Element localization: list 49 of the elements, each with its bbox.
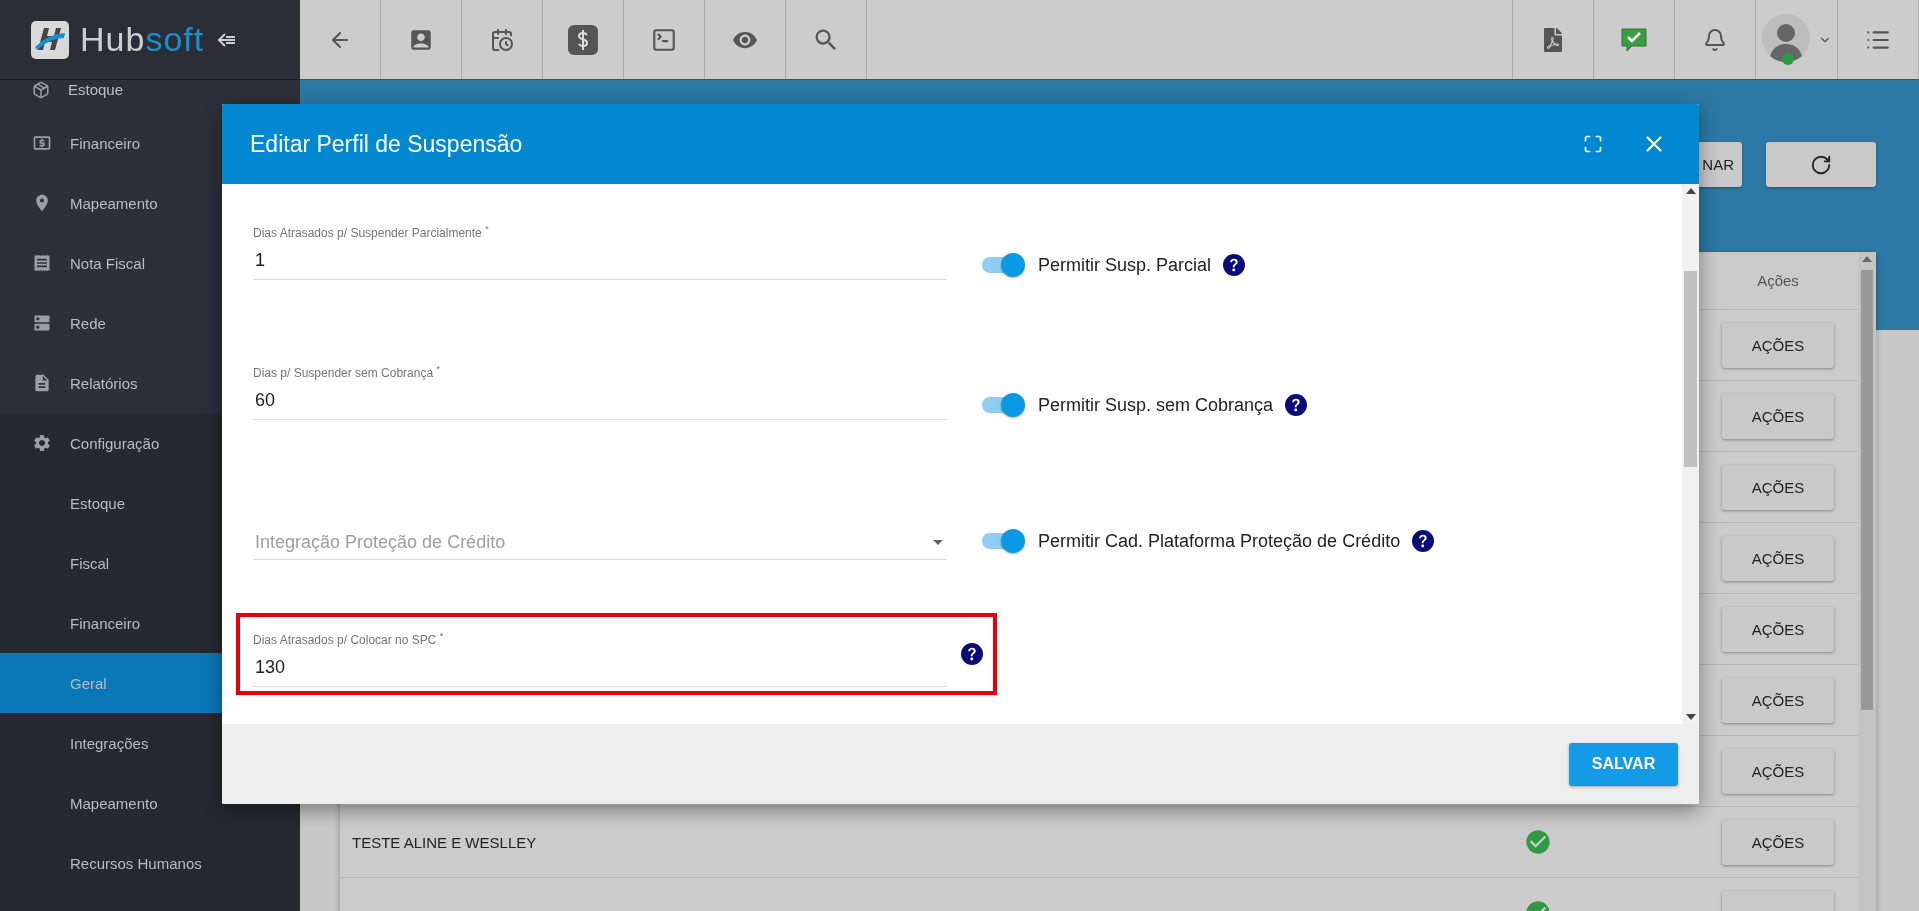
actions-button[interactable]: AÇÕES: [1722, 464, 1834, 510]
help-icon[interactable]: [1285, 394, 1308, 416]
toggle-switch[interactable]: [980, 252, 1026, 278]
logo-text: Hubsoft: [80, 20, 205, 59]
calendar-clock-icon[interactable]: [490, 27, 514, 52]
sidebar-item[interactable]: Recursos Humanos: [0, 833, 300, 893]
refresh-button[interactable]: [1766, 142, 1876, 187]
caret-icon: [933, 540, 943, 545]
receipt-icon: [32, 253, 52, 273]
document-icon: [32, 373, 52, 393]
help-icon[interactable]: [1412, 530, 1435, 552]
fullscreen-icon: [1583, 134, 1603, 154]
avatar-icon[interactable]: [1761, 13, 1832, 66]
server-icon: [32, 313, 52, 333]
toggle-label: Permitir Cad. Plataforma Proteção de Crédito: [1038, 530, 1401, 552]
toggle-switch[interactable]: [980, 528, 1026, 554]
pdf-icon[interactable]: [1541, 27, 1565, 52]
actions-button[interactable]: AÇÕES: [1722, 393, 1834, 439]
actions-button[interactable]: AÇÕES: [1722, 819, 1834, 865]
input-field[interactable]: 60: [253, 380, 947, 420]
cube-icon: [32, 81, 50, 99]
collapse-icon[interactable]: [218, 32, 237, 47]
actions-button[interactable]: AÇÕES: [1722, 322, 1834, 368]
refresh-icon: [1810, 153, 1832, 176]
chat-check-icon[interactable]: [1620, 25, 1648, 54]
terminal-icon[interactable]: [651, 26, 677, 53]
help-icon[interactable]: [961, 643, 983, 665]
table-cell-text: TESTE ALINE E WESLLEY: [351, 833, 538, 851]
scrollbar[interactable]: [1858, 252, 1876, 911]
help-icon[interactable]: [1223, 254, 1246, 276]
actions-button[interactable]: AÇÕES: [1722, 606, 1834, 652]
notification-icon[interactable]: [1703, 27, 1727, 52]
dollar-icon[interactable]: [568, 24, 598, 55]
actions-button[interactable]: AÇÕES: [1722, 677, 1834, 723]
logo-icon: [30, 19, 70, 60]
input-field[interactable]: 1: [253, 240, 947, 280]
field-label: Dias Atrasados p/ Colocar no SPC $^{*}$: [253, 631, 444, 647]
actions-button[interactable]: AÇÕES: [1722, 748, 1834, 794]
scroll-down-icon[interactable]: [1685, 714, 1696, 720]
toggle-label: Permitir Susp. Parcial: [1038, 254, 1212, 276]
toggle-label: Permitir Susp. sem Cobrança: [1038, 394, 1274, 416]
input-field[interactable]: 130: [253, 647, 947, 687]
actions-button[interactable]: AÇÕES: [1722, 535, 1834, 581]
scrollbar[interactable]: [1682, 184, 1699, 724]
money-icon: [32, 133, 52, 153]
toggle-switch[interactable]: [980, 392, 1026, 418]
column-header: Ações: [1756, 272, 1800, 289]
gear-icon: [32, 433, 52, 453]
sidebar-item[interactable]: Estoque: [0, 80, 300, 113]
